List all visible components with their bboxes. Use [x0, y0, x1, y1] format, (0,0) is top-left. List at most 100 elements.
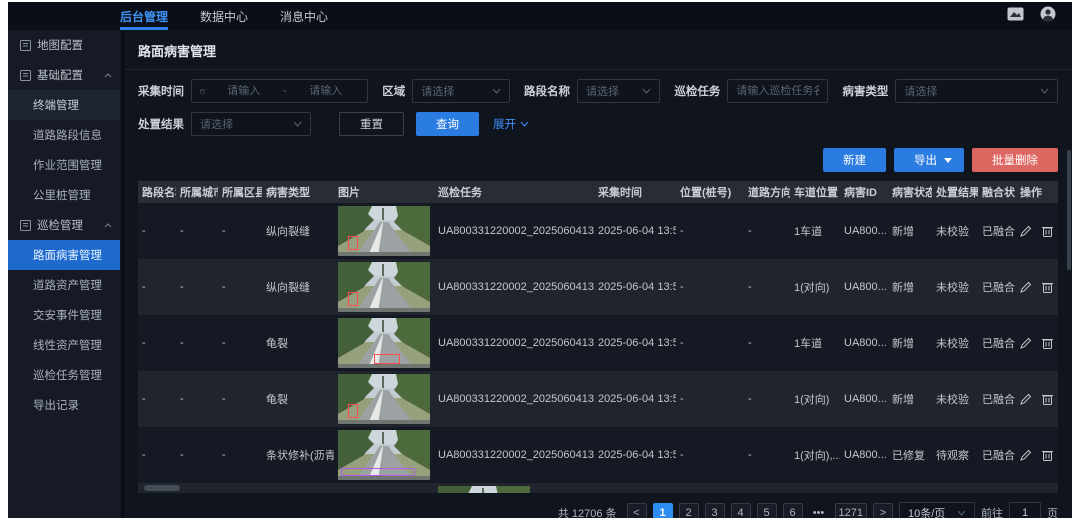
page-size-select[interactable]: 10条/页	[899, 502, 975, 518]
goto-label: 前往	[981, 505, 1003, 518]
delete-icon[interactable]	[1042, 337, 1053, 349]
reset-button[interactable]: 重置	[339, 112, 404, 136]
prev-page-button[interactable]: <	[627, 503, 647, 518]
page-button-6[interactable]: 6	[783, 503, 803, 518]
sidebar-group-inspection-management[interactable]: 巡检管理	[8, 210, 120, 240]
chevron-down-icon	[642, 88, 651, 94]
inspection-task-input[interactable]	[736, 85, 819, 97]
tab-data-center[interactable]: 数据中心	[200, 2, 248, 30]
cell-disease-status: 已修复	[888, 447, 932, 463]
sidebar-item-kilometer-post[interactable]: 公里桩管理	[8, 180, 120, 210]
chevron-up-icon	[104, 223, 112, 228]
collect-time-end-input[interactable]	[293, 85, 359, 97]
road-photo-thumbnail[interactable]	[338, 430, 430, 480]
delete-icon[interactable]	[1042, 225, 1053, 237]
cell-direction: -	[744, 225, 790, 237]
road-photo-thumbnail[interactable]	[338, 206, 430, 256]
disease-type-select[interactable]: 请选择	[895, 79, 1058, 103]
segment-name-select[interactable]: 请选择	[577, 79, 660, 103]
road-photo-thumbnail[interactable]	[338, 262, 430, 312]
sidebar-item-linear-asset-management[interactable]: 线性资产管理	[8, 330, 120, 360]
region-select-value: 请选择	[421, 83, 454, 99]
edit-icon[interactable]	[1020, 393, 1032, 405]
disposal-result-select[interactable]: 请选择	[191, 112, 311, 136]
region-select[interactable]: 请选择	[412, 79, 509, 103]
collect-time-label: 采集时间	[138, 83, 184, 99]
sidebar-group-base-config[interactable]: 基础配置	[8, 60, 120, 90]
cell-task: UA800331220002_20250604133852059	[434, 225, 594, 237]
create-button[interactable]: 新建	[823, 148, 886, 172]
road-photo-thumbnail[interactable]	[338, 374, 430, 424]
cell-direction: -	[744, 281, 790, 293]
disease-type-label: 病害类型	[842, 83, 888, 99]
disease-type-select-value: 请选择	[904, 83, 937, 99]
expand-link[interactable]: 展开	[493, 116, 529, 132]
chevron-down-icon	[1040, 88, 1049, 94]
annotation-box	[348, 236, 358, 250]
page-button-1[interactable]: 1	[653, 503, 673, 518]
cell-position: -	[676, 337, 744, 349]
document-icon	[20, 40, 31, 51]
edit-icon[interactable]	[1020, 225, 1032, 237]
cell-city: -	[176, 337, 218, 349]
cell-disease-id: UA800...	[840, 393, 888, 405]
screen-monitor-icon[interactable]	[1007, 7, 1024, 26]
cell-county: -	[218, 281, 262, 293]
batch-delete-button[interactable]: 批量删除	[972, 148, 1058, 172]
sidebar-item-work-scope[interactable]: 作业范围管理	[8, 150, 120, 180]
edit-icon[interactable]	[1020, 281, 1032, 293]
road-photo-thumbnail[interactable]	[338, 318, 430, 368]
disposal-result-select-value: 请选择	[200, 116, 233, 132]
next-page-button[interactable]: >	[873, 503, 893, 518]
cell-direction: -	[744, 393, 790, 405]
pagination-bar: 共 12706 条 < 1 2 3 4 5 6 ••• 1271 > 10条/页…	[124, 493, 1072, 518]
sidebar-item-terminal-management[interactable]: 终端管理	[8, 90, 120, 120]
user-avatar-icon[interactable]	[1040, 6, 1056, 27]
goto-page-input[interactable]	[1018, 507, 1032, 518]
sidebar-item-inspection-task-management[interactable]: 巡检任务管理	[8, 360, 120, 390]
edit-icon[interactable]	[1020, 337, 1032, 349]
more-pages-button[interactable]: •••	[809, 503, 829, 518]
search-button[interactable]: 查询	[416, 112, 479, 136]
export-button[interactable]: 导出	[894, 148, 964, 172]
sidebar-item-road-segment-info[interactable]: 道路路段信息	[8, 120, 120, 150]
col-segment-name: 路段名称	[138, 184, 176, 200]
sidebar-item-map-config[interactable]: 地图配置	[8, 30, 120, 60]
cell-segment: -	[138, 393, 176, 405]
cell-city: -	[176, 225, 218, 237]
page-button-2[interactable]: 2	[679, 503, 699, 518]
page-button-3[interactable]: 3	[705, 503, 725, 518]
cell-disease-status: 新增	[888, 279, 932, 295]
cell-position: -	[676, 281, 744, 293]
col-disease-type: 病害类型	[262, 184, 334, 200]
delete-icon[interactable]	[1042, 281, 1053, 293]
cell-task: UA800331220002_20250604133852059	[434, 281, 594, 293]
vertical-scrollbar[interactable]	[1067, 150, 1071, 270]
sidebar-item-road-asset-management[interactable]: 道路资产管理	[8, 270, 120, 300]
cell-task: UA800331220002_20250604133852059	[434, 449, 594, 461]
cell-lane: 1(对向),...	[790, 447, 840, 463]
sidebar-item-traffic-safety-events[interactable]: 交安事件管理	[8, 300, 120, 330]
sidebar-item-export-records[interactable]: 导出记录	[8, 390, 120, 420]
col-position: 位置(桩号)	[676, 184, 744, 200]
delete-icon[interactable]	[1042, 449, 1053, 461]
horizontal-scrollbar[interactable]	[144, 485, 180, 491]
app-window: 后台管理 数据中心 消息中心 地图配置 基础配置 终端管理 道路路段信息 作业范…	[8, 2, 1072, 518]
col-direction: 道路方向	[744, 184, 790, 200]
tab-backend-management[interactable]: 后台管理	[120, 2, 168, 30]
cell-city: -	[176, 449, 218, 461]
page-button-1271[interactable]: 1271	[835, 503, 867, 518]
page-size-value: 10条/页	[908, 505, 945, 518]
collect-time-start-input[interactable]	[211, 85, 277, 97]
edit-icon[interactable]	[1020, 449, 1032, 461]
page-button-5[interactable]: 5	[757, 503, 777, 518]
table-header-row: 路段名称 所属城市 所属区县 病害类型 图片 巡检任务 采集时间 位置(桩号) …	[138, 181, 1058, 203]
total-count: 共 12706 条	[558, 505, 617, 518]
tab-message-center[interactable]: 消息中心	[280, 2, 328, 30]
delete-icon[interactable]	[1042, 393, 1053, 405]
cell-disposal-result: 未校验	[932, 335, 978, 351]
sidebar-group-label: 基础配置	[37, 67, 98, 83]
sidebar-item-road-disease-management[interactable]: 路面病害管理	[8, 240, 120, 270]
page-button-4[interactable]: 4	[731, 503, 751, 518]
col-county: 所属区县	[218, 184, 262, 200]
